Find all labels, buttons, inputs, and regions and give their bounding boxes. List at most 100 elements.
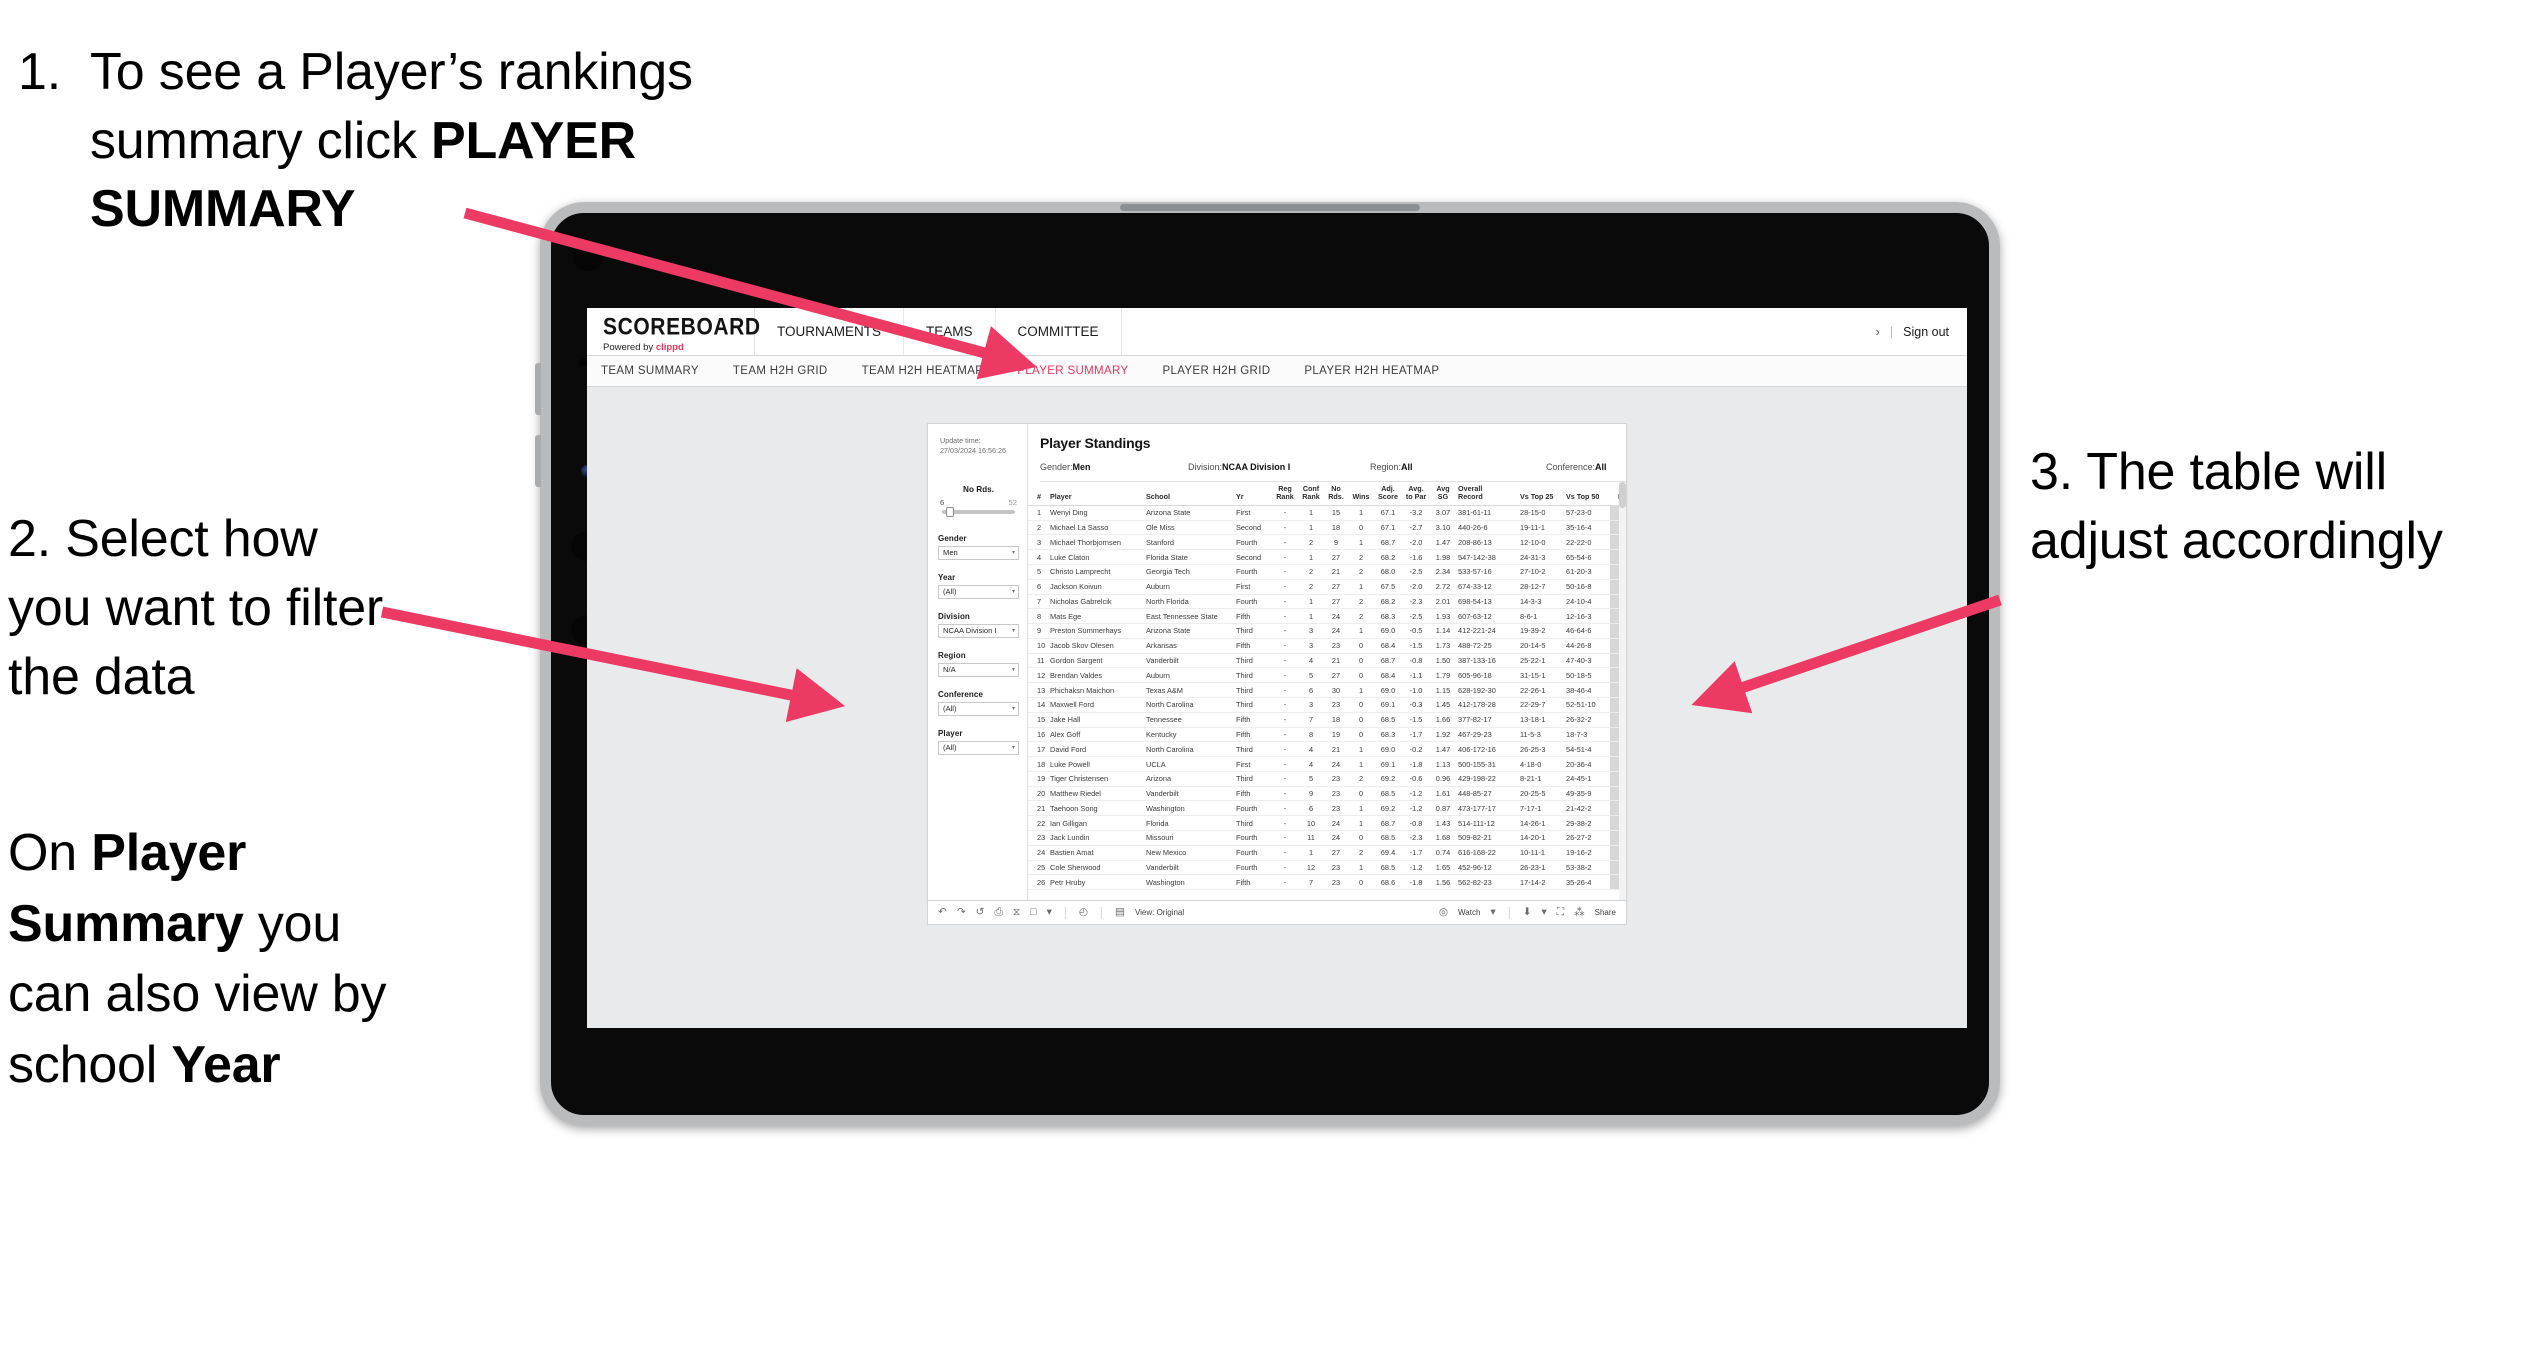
brand-logo[interactable]: SCOREBOARD Powered by clippd — [587, 308, 760, 355]
col-player[interactable]: Player — [1048, 482, 1144, 506]
top-nav-tournaments[interactable]: TOURNAMENTS — [755, 308, 905, 355]
col-rank[interactable]: # — [1028, 482, 1048, 506]
table-row[interactable]: 6 Jackson Koivun Auburn First -2 27 1 67.5 -2.0 2… — [1028, 579, 1626, 595]
col-wins[interactable]: Wins — [1348, 482, 1374, 506]
table-row[interactable]: 14 Maxwell Ford North Carolina Third -3 23 0 69… — [1028, 697, 1626, 713]
no-rounds-slider-handle[interactable] — [946, 506, 955, 517]
cell-nr: 21 — [1324, 564, 1348, 580]
table-row[interactable]: 9 Preston Summerhays Arizona State Third -3 2… — [1028, 623, 1626, 639]
share-label[interactable]: Share — [1595, 908, 1616, 917]
filter-division-select[interactable]: NCAA Division I ▾ — [938, 623, 1019, 638]
view-label[interactable]: View: Original — [1135, 908, 1184, 917]
watch-label[interactable]: Watch — [1458, 908, 1480, 917]
col-overall-record[interactable]: Overall Record — [1456, 482, 1518, 506]
col-avg-sg[interactable]: Avg SG — [1430, 482, 1456, 506]
cell-yr: Third — [1234, 653, 1272, 669]
no-rounds-slider-group[interactable]: No Rds. 6 52 — [938, 485, 1019, 517]
table-row[interactable]: 13 Phichaksn Maichon Texas A&M Third -6 30 1 69… — [1028, 682, 1626, 698]
cell-adj: 68.7 — [1374, 815, 1402, 832]
sign-out-link[interactable]: Sign out — [1903, 325, 1949, 339]
col-year[interactable]: Yr — [1234, 482, 1272, 506]
cell-rec: 562-82-23 — [1456, 874, 1518, 891]
table-row[interactable]: 12 Brendan Valdes Auburn Third -5 27 0 68.4 -1.1… — [1028, 667, 1626, 684]
pause-icon[interactable]: ⧖ — [1013, 907, 1020, 918]
chevron-right-icon[interactable]: › — [1876, 324, 1880, 339]
table-row[interactable]: 21 Taehoon Song Washington Fourth -6 23 1 69.2-… — [1028, 800, 1626, 817]
redo-icon[interactable]: ↷ — [957, 907, 966, 918]
cell-yr: Third — [1234, 682, 1272, 698]
table-row[interactable]: 5 Christo Lamprecht Georgia Tech Fourth -2 21… — [1028, 564, 1626, 580]
no-rounds-slider-track[interactable] — [942, 506, 1015, 517]
filter-year-select[interactable]: (All) ▾ — [938, 584, 1019, 599]
filter-player: Player (All) ▾ — [938, 729, 1019, 755]
top-nav-teams[interactable]: TEAMS — [904, 308, 996, 355]
filter-player-select[interactable]: (All) ▾ — [938, 740, 1019, 755]
download-icon[interactable]: ⬇ — [1523, 907, 1532, 918]
filter-conference-select[interactable]: (All) ▾ — [938, 701, 1019, 716]
table-row[interactable]: 18 Luke Powell UCLA First -4 24 1 69.1 -1.8 1.13 5… — [1028, 756, 1626, 772]
undo-icon[interactable]: ↶ — [938, 907, 947, 918]
table-row[interactable]: 4 Luke Claton Florida State Second -1 27 2 68.2… — [1028, 549, 1626, 565]
cell-cr: 1 — [1298, 845, 1324, 861]
table-row[interactable]: 25 Cole Sherwood Vanderbilt Fourth -12 23 1 68.… — [1028, 860, 1626, 876]
col-vs-top-50[interactable]: Vs Top 50 — [1564, 482, 1610, 506]
clock-icon[interactable]: ◴ — [1079, 907, 1088, 918]
top-nav-committee[interactable]: COMMITTEE — [996, 308, 1122, 355]
col-adj-score[interactable]: Adj. Score — [1374, 482, 1402, 506]
tab-team-summary[interactable]: TEAM SUMMARY — [601, 365, 699, 377]
vertical-scrollbar[interactable] — [1619, 482, 1626, 900]
fullscreen-icon[interactable]: ⛶ — [1557, 907, 1564, 918]
table-row[interactable]: 16 Alex Goff Kentucky Fifth -8 19 0 68.3 -1.7 1.9… — [1028, 727, 1626, 743]
table-row[interactable]: 11 Gordon Sargent Vanderbilt Third -4 21 0 68.7… — [1028, 653, 1626, 669]
meta-conference: Conference: All — [1546, 462, 1607, 472]
col-reg-rank[interactable]: Reg Rank — [1272, 482, 1298, 506]
chevron-down-icon-3[interactable]: ▾ — [1542, 907, 1547, 918]
cell-yr: Second — [1234, 549, 1272, 565]
col-vs-top-25[interactable]: Vs Top 25 — [1518, 482, 1564, 506]
tab-team-h2h-grid[interactable]: TEAM H2H GRID — [733, 365, 828, 377]
table-row[interactable]: 26 Petr Hruby Washington Fifth -7 23 0 68.6 -1.8… — [1028, 874, 1626, 891]
table-row[interactable]: 22 Ian Gilligan Florida Third -10 24 1 68.7 -0.8… — [1028, 815, 1626, 832]
table-row[interactable]: 24 Bastien Amat New Mexico Fourth -1 27 2 69.4-… — [1028, 845, 1626, 861]
table-row[interactable]: 23 Jack Lundin Missouri Fourth -11 24 0 68.5 -2.… — [1028, 830, 1626, 846]
watch-icon[interactable]: ◎ — [1439, 907, 1448, 918]
table-row[interactable]: 1 Wenyi Ding Arizona State First -1 15 1 67.1 -3… — [1028, 505, 1626, 521]
tab-player-summary[interactable]: PLAYER SUMMARY — [1017, 365, 1128, 377]
col-school[interactable]: School — [1144, 482, 1234, 506]
cell-adj: 68.5 — [1374, 786, 1402, 802]
cell-num: 15 — [1028, 712, 1048, 728]
alerts-icon[interactable]: □ — [1030, 907, 1036, 918]
view-icon[interactable]: ▤ — [1115, 907, 1125, 918]
table-row[interactable]: 2 Michael La Sasso Ole Miss Second -1 18 0 67.1… — [1028, 520, 1626, 536]
tab-player-h2h-heatmap[interactable]: PLAYER H2H HEATMAP — [1304, 365, 1439, 377]
filter-region-select[interactable]: N/A ▾ — [938, 662, 1019, 677]
cell-sch: Vanderbilt — [1144, 653, 1234, 669]
scrollbar-thumb[interactable] — [1619, 482, 1626, 508]
brand-clippd: clippd — [655, 342, 684, 354]
cell-yr: Fifth — [1234, 638, 1272, 654]
table-row[interactable]: 20 Matthew Riedel Vanderbilt Fifth -9 23 0 68.5… — [1028, 786, 1626, 802]
table-row[interactable]: 8 Mats Ege East Tennessee State Fifth -1 24 2 6… — [1028, 608, 1626, 625]
standings-table-scroll[interactable]: # Player School Yr Reg Rank Conf Rank No Rd… — [1028, 482, 1626, 900]
table-row[interactable]: 7 Nicholas Gabrelcik North Florida Fourth -1… — [1028, 594, 1626, 610]
table-row[interactable]: 10 Jacob Skov Olesen Arkansas Fifth -3 23 0 68.… — [1028, 638, 1626, 654]
filter-gender-select[interactable]: Men ▾ — [938, 545, 1019, 560]
share-icon[interactable]: ⁂ — [1574, 907, 1585, 918]
filter-conference-label: Conference — [938, 689, 984, 699]
col-conf-rank[interactable]: Conf Rank — [1298, 482, 1324, 506]
chevron-down-icon[interactable]: ▾ — [1047, 907, 1052, 918]
chevron-down-icon-2[interactable]: ▾ — [1490, 907, 1495, 918]
refresh-icon[interactable]: ⎙ — [994, 907, 1002, 918]
tab-team-h2h-heatmap[interactable]: TEAM H2H HEATMAP — [862, 365, 984, 377]
cell-sg: 1.56 — [1430, 874, 1456, 891]
tab-player-h2h-grid[interactable]: PLAYER H2H GRID — [1162, 365, 1270, 377]
revert-icon[interactable]: ↺ — [976, 907, 985, 918]
table-row[interactable]: 17 David Ford North Carolina Third -4 21 1 69.0… — [1028, 741, 1626, 758]
table-row[interactable]: 15 Jake Hall Tennessee Fifth -7 18 0 68.5 -1.5 1.… — [1028, 712, 1626, 728]
col-avg-to-par[interactable]: Avg. to Par — [1402, 482, 1430, 506]
filter-player-label: Player — [938, 728, 963, 738]
table-row[interactable]: 3 Michael Thorbjornsen Stanford Fourth -2 9 1 6… — [1028, 534, 1626, 551]
col-no-rds[interactable]: No Rds. — [1324, 482, 1348, 506]
cell-adj: 69.1 — [1374, 756, 1402, 772]
table-row[interactable]: 19 Tiger Christensen Arizona Third -5 23 2 69.2… — [1028, 771, 1626, 787]
